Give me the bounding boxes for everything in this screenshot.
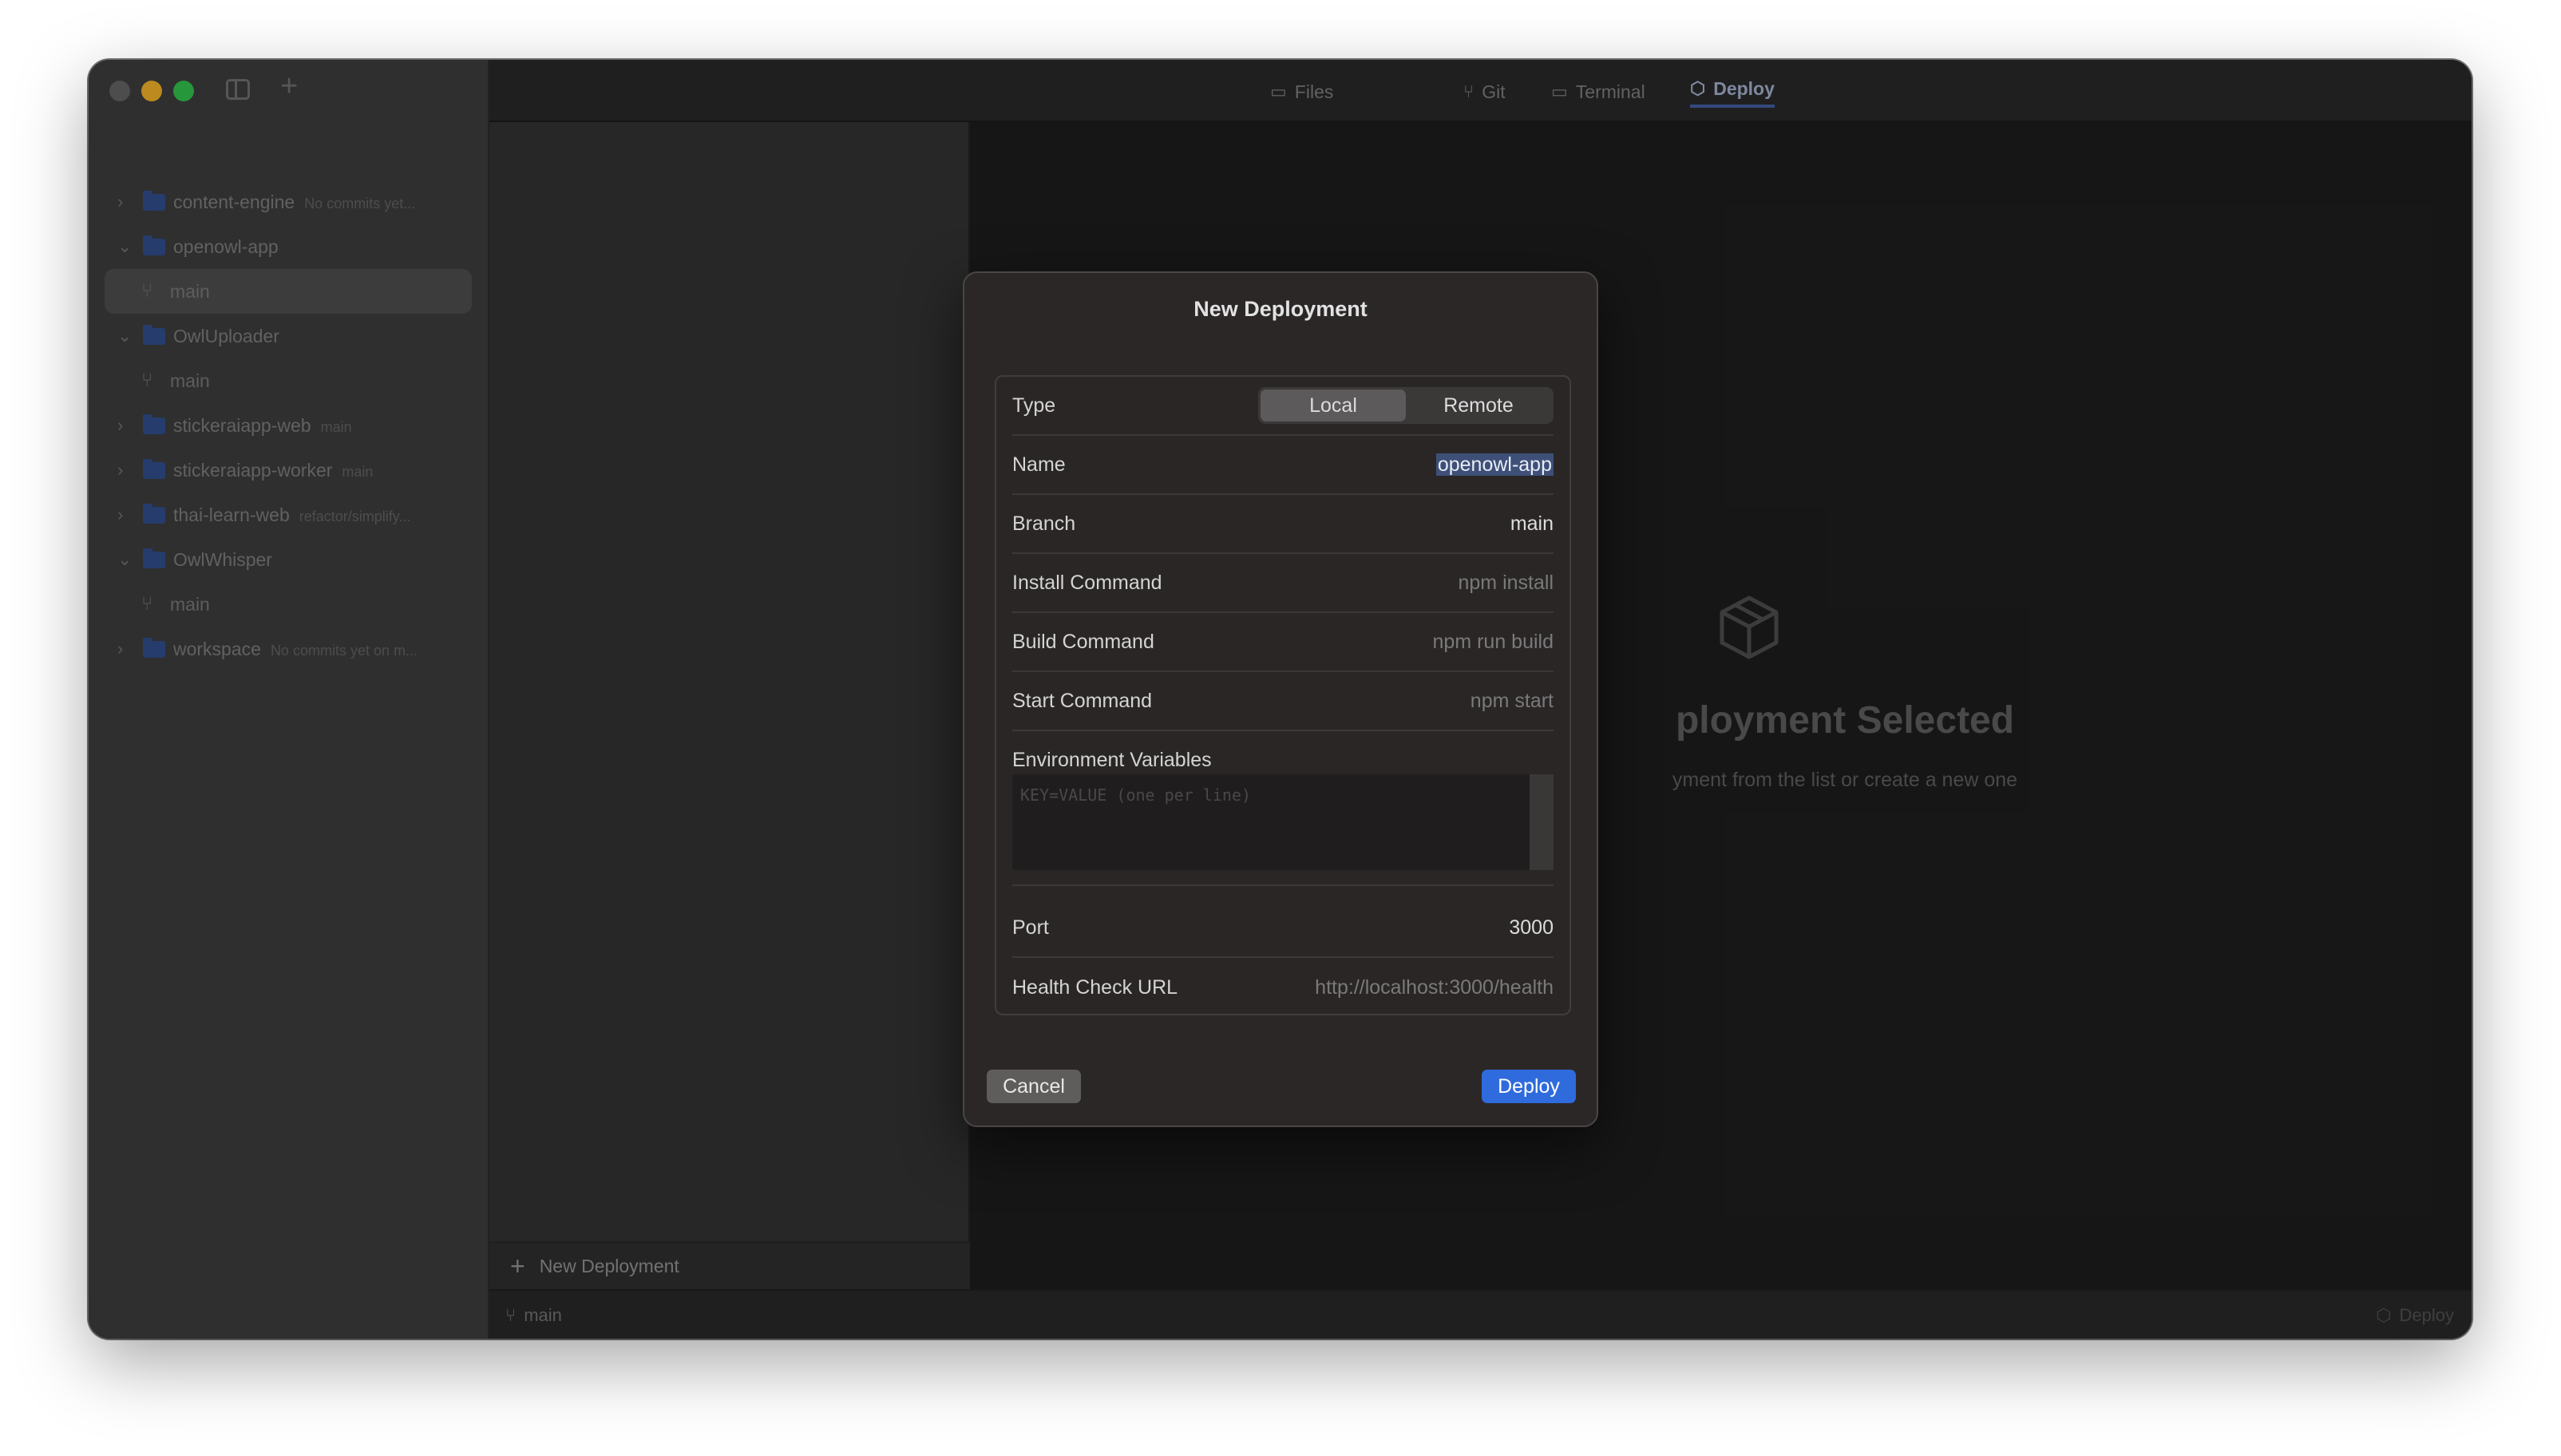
type-remote-button[interactable]: Remote bbox=[1406, 390, 1551, 421]
env-vars-textarea[interactable]: KEY=VALUE (one per line) bbox=[1012, 774, 1554, 870]
new-deployment-dialog: New Deployment Type Local Remote Name op… bbox=[963, 271, 1598, 1127]
type-local-button[interactable]: Local bbox=[1261, 390, 1406, 421]
health-check-row: Health Check URL http://localhost:3000/h… bbox=[1012, 958, 1554, 1017]
type-row: Type Local Remote bbox=[1012, 377, 1554, 436]
port-row: Port 3000 bbox=[1012, 899, 1554, 958]
start-command-input[interactable]: npm start bbox=[1470, 690, 1554, 713]
branch-row: Branch main bbox=[1012, 495, 1554, 554]
build-command-label: Build Command bbox=[1012, 630, 1154, 653]
branch-input[interactable]: main bbox=[1510, 512, 1554, 536]
name-input[interactable]: openowl-app bbox=[1435, 453, 1554, 477]
install-command-input[interactable]: npm install bbox=[1459, 572, 1554, 595]
install-command-label: Install Command bbox=[1012, 571, 1162, 594]
env-vars-placeholder: KEY=VALUE (one per line) bbox=[1020, 785, 1251, 805]
type-label: Type bbox=[1012, 394, 1056, 417]
env-vars-scrollbar[interactable] bbox=[1530, 774, 1554, 870]
install-command-row: Install Command npm install bbox=[1012, 554, 1554, 613]
name-row: Name openowl-app bbox=[1012, 436, 1554, 495]
cancel-button[interactable]: Cancel bbox=[987, 1070, 1081, 1103]
name-value: openowl-app bbox=[1435, 453, 1554, 476]
env-vars-label: Environment Variables bbox=[1012, 749, 1212, 771]
start-command-label: Start Command bbox=[1012, 689, 1153, 712]
dialog-title: New Deployment bbox=[1193, 297, 1368, 321]
build-command-row: Build Command npm run build bbox=[1012, 613, 1554, 672]
health-check-label: Health Check URL bbox=[1012, 975, 1178, 999]
port-input[interactable]: 3000 bbox=[1509, 916, 1554, 940]
start-command-row: Start Command npm start bbox=[1012, 672, 1554, 731]
type-segmented-control[interactable]: Local Remote bbox=[1258, 387, 1554, 424]
name-label: Name bbox=[1012, 453, 1066, 476]
deploy-button[interactable]: Deploy bbox=[1482, 1070, 1576, 1103]
build-command-input[interactable]: npm run build bbox=[1433, 631, 1554, 654]
deployment-form: Type Local Remote Name openowl-app Branc… bbox=[995, 375, 1571, 1015]
health-check-input[interactable]: http://localhost:3000/health bbox=[1315, 976, 1554, 999]
port-label: Port bbox=[1012, 916, 1049, 939]
branch-label: Branch bbox=[1012, 512, 1076, 535]
